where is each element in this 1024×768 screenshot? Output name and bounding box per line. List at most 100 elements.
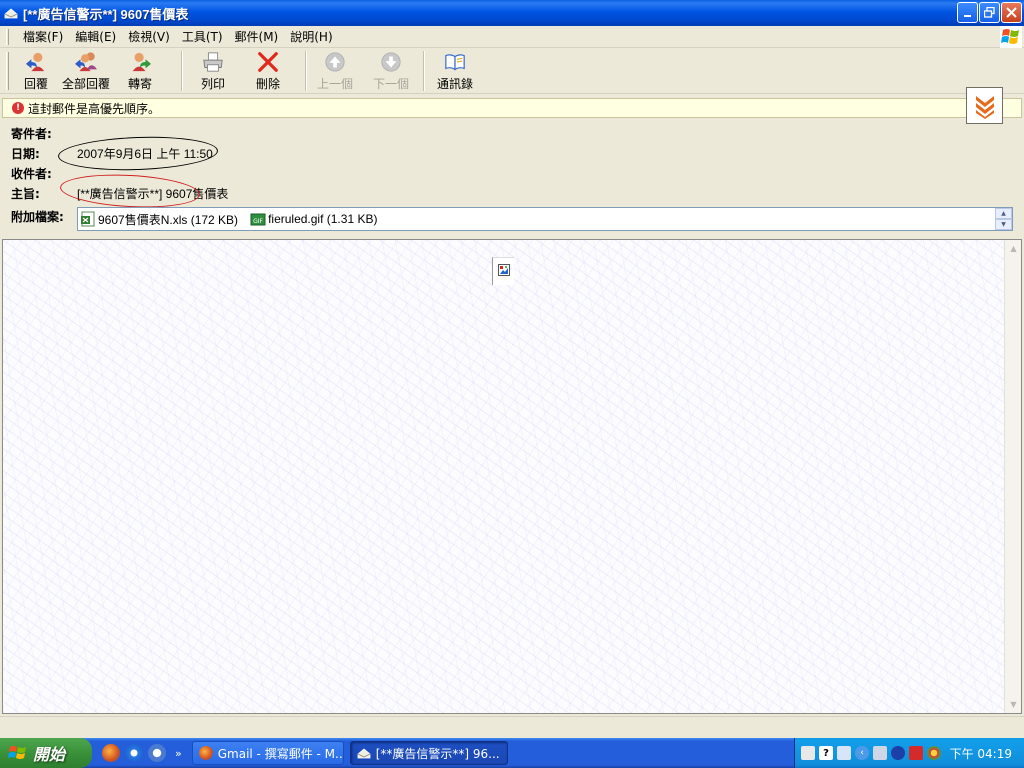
delete-icon [258, 52, 278, 72]
minimize-icon [963, 14, 971, 17]
firefox-icon [198, 746, 213, 760]
system-tray: ? ‹ 下午 04:19 [794, 738, 1024, 768]
forward-button[interactable]: 轉寄 [117, 48, 163, 92]
address-book-button[interactable]: 通訊錄 [425, 48, 485, 92]
subject-value: [**廣告信警示**] 9607售價表 [77, 186, 229, 201]
toolbar-grip[interactable] [6, 52, 9, 90]
attachments-label: 附加檔案: [11, 209, 64, 224]
collapse-tray-icon[interactable]: ‹ [855, 746, 869, 760]
scroll-down-arrow-icon[interactable]: ▼ [995, 219, 1012, 230]
print-label: 列印 [200, 77, 225, 91]
toolbar: 回覆 全部回覆 轉寄 列印 刪除 上一個 下一個 通訊錄 [0, 48, 1024, 94]
print-icon [203, 52, 223, 72]
taskbar-item-gmail[interactable]: Gmail - 撰寫郵件 - M... [191, 741, 344, 765]
mail-app-icon [4, 8, 18, 19]
address-book-label: 通訊錄 [436, 77, 473, 91]
reply-all-icon [75, 52, 97, 72]
menu-edit[interactable]: 編輯(E) [69, 28, 122, 45]
media-player-icon[interactable] [148, 744, 166, 762]
address-book-icon [445, 54, 465, 71]
broken-image-icon [497, 264, 510, 276]
reply-all-button[interactable]: 全部回覆 [55, 48, 117, 92]
subject-label: 主旨: [11, 186, 40, 201]
language-bar-icon[interactable] [837, 746, 851, 760]
body-scrollbar[interactable]: ▲ ▼ [1004, 240, 1021, 713]
expand-header-button[interactable] [966, 87, 1003, 124]
taskbar-item-mail[interactable]: [**廣告信警示**] 96... [349, 741, 508, 765]
forward-label: 轉寄 [127, 77, 152, 91]
to-row: 收件者: [11, 164, 77, 182]
svg-text:GIF: GIF [253, 218, 263, 225]
menu-file[interactable]: 檔案(F) [17, 28, 69, 45]
attachments-row: 附加檔案: [11, 207, 77, 225]
scroll-up-arrow-icon[interactable]: ▲ [995, 208, 1012, 219]
windows-flag-icon [8, 746, 26, 759]
mail-icon [357, 748, 371, 759]
reply-icon [25, 52, 45, 72]
restore-button[interactable] [979, 2, 1000, 23]
next-button[interactable]: 下一個 [363, 48, 419, 92]
attachment-name: 9607售價表N.xls (172 KB) [98, 212, 239, 227]
print-button[interactable]: 列印 [183, 48, 243, 92]
title-bar[interactable]: [**廣告信警示**] 9607售價表 [0, 0, 1024, 26]
menu-tools[interactable]: 工具(T) [176, 28, 229, 45]
quick-launch-more[interactable]: » [175, 747, 182, 760]
double-chevron-down-icon [975, 95, 994, 119]
attachments-scroll[interactable]: ▲ ▼ [995, 208, 1012, 230]
menu-help[interactable]: 說明(H) [284, 28, 338, 45]
task-label: Gmail - 撰寫郵件 - M... [217, 746, 344, 761]
next-label: 下一個 [372, 77, 409, 91]
date-row: 日期: 2007年9月6日 上午 11:50 [11, 144, 213, 162]
start-button[interactable]: 開始 [0, 738, 92, 768]
menu-message[interactable]: 郵件(M) [229, 28, 285, 45]
taskbar: 開始 » Gmail - 撰寫郵件 - M... [**廣告信警示**] 96.… [0, 738, 1024, 768]
high-priority-icon: ! [12, 102, 24, 114]
attachment-name: fieruled.gif (1.31 KB) [268, 212, 378, 226]
priority-info-bar: ! 這封郵件是高優先順序。 [2, 98, 1022, 118]
help-icon[interactable]: ? [819, 746, 833, 760]
status-bar [0, 716, 1024, 738]
excel-file-icon [81, 211, 95, 227]
menu-view[interactable]: 檢視(V) [122, 28, 176, 45]
scroll-down-icon[interactable]: ▼ [1006, 697, 1021, 712]
firefox-icon[interactable] [102, 744, 120, 762]
attachment-item[interactable]: 9607售價表N.xls (172 KB) [80, 211, 238, 228]
reply-button[interactable]: 回覆 [17, 48, 55, 92]
date-label: 日期: [11, 146, 40, 161]
message-body[interactable]: ▲ ▼ [2, 239, 1022, 714]
quick-launch: » [102, 744, 182, 762]
restore-icon [984, 7, 995, 18]
minimize-button[interactable] [957, 2, 978, 23]
subject-row: 主旨: [**廣告信警示**] 9607售價表 [11, 184, 228, 202]
clock[interactable]: 下午 04:19 [950, 745, 1012, 762]
to-label: 收件者: [11, 166, 52, 181]
internet-explorer-icon[interactable] [125, 744, 143, 762]
delete-label: 刪除 [255, 77, 280, 91]
antivirus-icon[interactable] [909, 746, 923, 760]
from-label: 寄件者: [11, 126, 52, 141]
broken-image-placeholder [492, 257, 514, 285]
attachment-item[interactable]: GIF fieruled.gif (1.31 KB) [250, 211, 377, 227]
next-icon [381, 52, 401, 72]
scroll-up-icon[interactable]: ▲ [1006, 241, 1021, 256]
previous-button[interactable]: 上一個 [307, 48, 363, 92]
menu-bar: 檔案(F) 編輯(E) 檢視(V) 工具(T) 郵件(M) 說明(H) [0, 26, 1024, 48]
task-label: [**廣告信警示**] 96... [375, 746, 500, 761]
chrome-icon[interactable] [927, 746, 941, 760]
bluetooth-icon[interactable] [891, 746, 905, 760]
keyboard-icon[interactable] [801, 746, 815, 760]
start-label: 開始 [33, 745, 66, 764]
previous-label: 上一個 [316, 77, 353, 91]
reply-all-label: 全部回覆 [61, 77, 110, 91]
menu-grip[interactable] [6, 28, 9, 45]
attachments-list: 9607售價表N.xls (172 KB) GIF fieruled.gif (… [77, 207, 1013, 231]
date-value: 2007年9月6日 上午 11:50 [77, 146, 213, 161]
close-button[interactable] [1001, 2, 1022, 23]
network-icon[interactable] [873, 746, 887, 760]
from-row: 寄件者: [11, 124, 77, 142]
gif-file-icon: GIF [250, 213, 266, 226]
delete-button[interactable]: 刪除 [243, 48, 293, 92]
priority-text: 這封郵件是高優先順序。 [28, 101, 161, 116]
window-title: [**廣告信警示**] 9607售價表 [23, 6, 189, 22]
previous-icon [325, 52, 345, 72]
